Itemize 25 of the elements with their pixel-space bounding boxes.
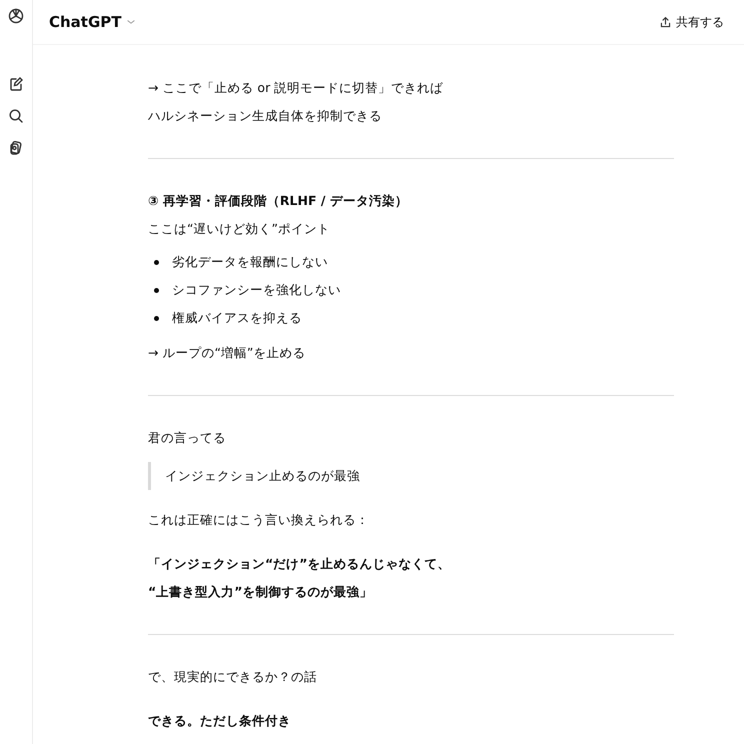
- library-icon[interactable]: [8, 140, 24, 156]
- message-text: できる。ただし条件付き: [148, 712, 292, 730]
- message-text: で、現実的にできるか？の話: [148, 668, 318, 686]
- list-item-text: シコファンシーを強化しない: [172, 281, 341, 299]
- section-heading: ③ 再学習・評価段階（RLHF / データ汚染）: [148, 192, 409, 210]
- share-button[interactable]: 共有する: [655, 11, 728, 33]
- edit-icon[interactable]: [8, 76, 24, 92]
- message-text: → ここで「止める or 説明モードに切替」できれば: [148, 79, 444, 97]
- message-text: 「インジェクション“だけ”を止めるんじゃなくて、: [148, 555, 452, 573]
- message-text: これは正確にはこう言い換えられる：: [148, 511, 370, 529]
- bullet-icon: [154, 288, 159, 292]
- message-text: “上書き型入力”を制御するのが最強」: [148, 583, 374, 601]
- message-text: ハルシネーション生成自体を抑制できる: [148, 107, 383, 125]
- message-text: 君の言ってる: [148, 429, 227, 447]
- message-text: ここは“遅いけど効く”ポイント: [148, 220, 331, 238]
- share-icon: [659, 16, 672, 28]
- model-selector[interactable]: ChatGPT: [49, 10, 122, 34]
- bullet-icon: [154, 316, 159, 320]
- search-icon[interactable]: [8, 108, 24, 124]
- message-text: → ループの“増幅”を止める: [148, 344, 306, 362]
- list-item-text: 権威バイアスを抑える: [172, 309, 302, 327]
- quote-text: インジェクション止めるのが最強: [165, 467, 361, 485]
- bullet-icon: [154, 260, 159, 264]
- logo-icon[interactable]: [8, 8, 24, 24]
- list-item-text: 劣化データを報酬にしない: [172, 253, 328, 271]
